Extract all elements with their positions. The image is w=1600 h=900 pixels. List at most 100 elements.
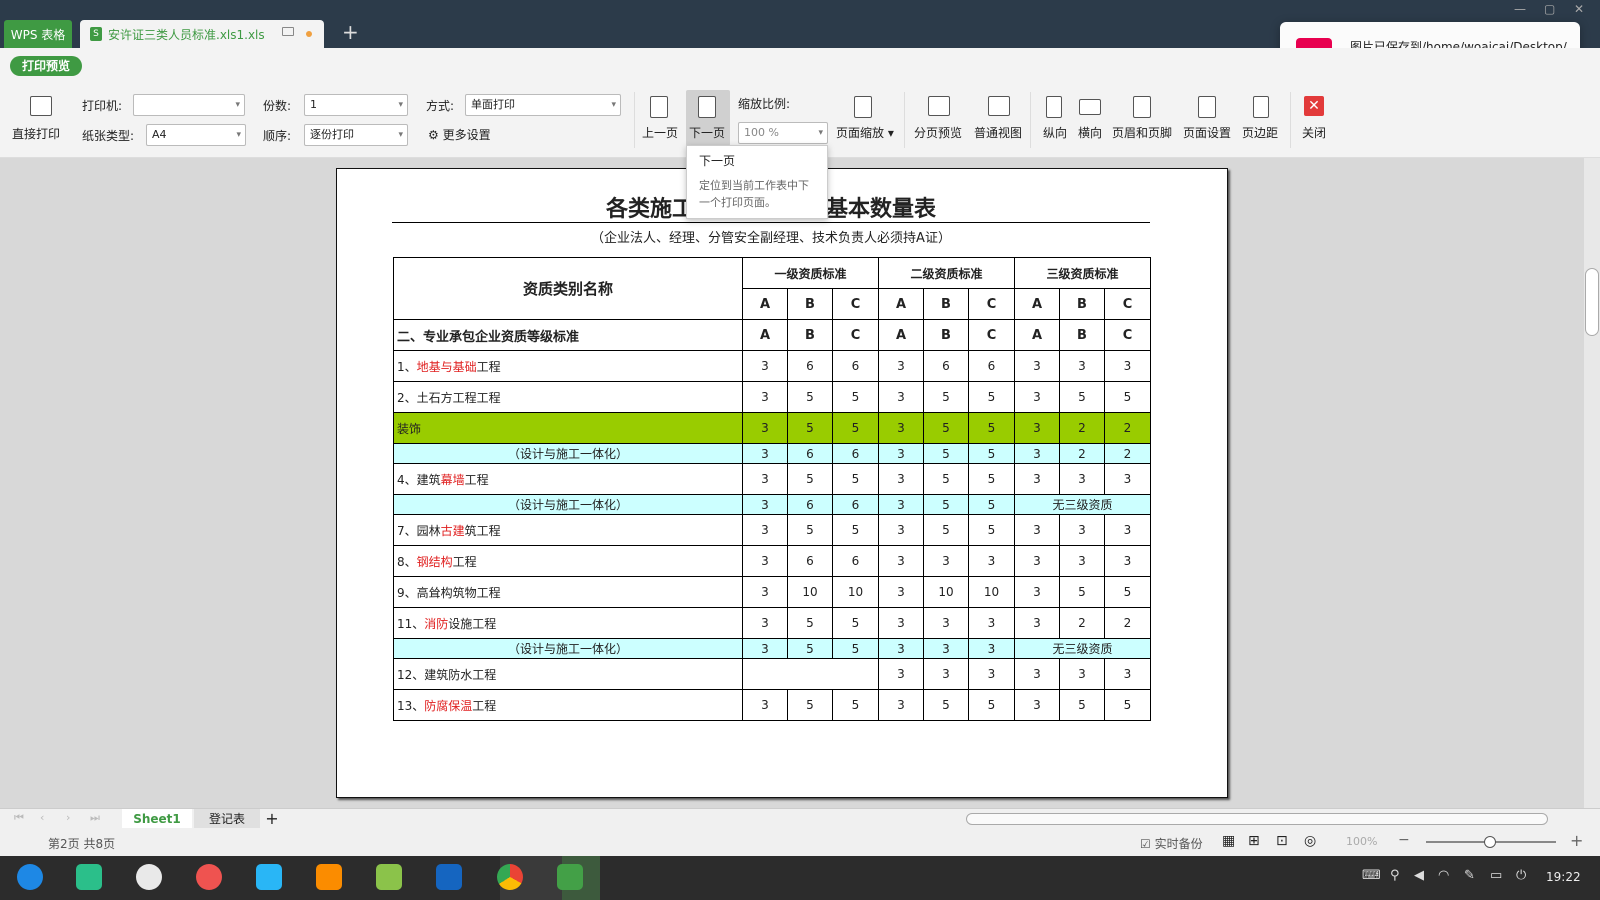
copies-input[interactable]: 1 bbox=[304, 94, 408, 116]
eye-protection-icon[interactable]: ◎ bbox=[1304, 833, 1316, 849]
sheet-nav-prev-icon[interactable]: ‹ bbox=[40, 811, 44, 824]
next-page-button[interactable]: 下一页 bbox=[689, 124, 725, 141]
order-select[interactable]: 逐份打印 bbox=[304, 124, 408, 146]
monitor-icon[interactable] bbox=[282, 27, 294, 36]
close-window-icon[interactable]: ✕ bbox=[1574, 2, 1584, 16]
margins-button[interactable]: 页边距 bbox=[1242, 124, 1278, 141]
sheet-nav-next-icon[interactable]: › bbox=[66, 811, 70, 824]
wifi-icon[interactable]: ◠ bbox=[1438, 868, 1449, 883]
page-layout-status-icon[interactable]: ⊡ bbox=[1276, 833, 1288, 849]
next-page-icon[interactable] bbox=[698, 96, 716, 118]
music-icon[interactable] bbox=[376, 864, 402, 890]
header-footer-icon[interactable] bbox=[1133, 96, 1151, 118]
sheet-tab-register[interactable]: 登记表 bbox=[194, 809, 260, 829]
landscape-button[interactable]: 横向 bbox=[1078, 124, 1102, 141]
keyboard-icon[interactable]: ⌨ bbox=[1362, 868, 1381, 883]
settings-app-icon[interactable] bbox=[136, 864, 162, 890]
value-cell: 5 bbox=[832, 638, 879, 659]
merged-cell: 无三级资质 bbox=[1014, 638, 1151, 659]
header-footer-button[interactable]: 页眉和页脚 bbox=[1112, 124, 1172, 141]
page-zoom-label: 页面缩放 bbox=[836, 126, 885, 140]
direct-print-button[interactable]: 直接打印 bbox=[12, 125, 60, 142]
portrait-button[interactable]: 纵向 bbox=[1043, 124, 1067, 141]
prev-page-icon[interactable] bbox=[650, 96, 668, 118]
table-row: 4、建筑幕墙工程 3 5 5 3 5 5 3 3 3 bbox=[393, 463, 1151, 495]
horizontal-scrollbar[interactable] bbox=[966, 813, 1548, 825]
portrait-icon[interactable] bbox=[1046, 96, 1062, 118]
close-icon[interactable]: ✕ bbox=[1304, 96, 1324, 116]
print-preview-tab[interactable]: 打印预览 bbox=[10, 56, 83, 76]
page-zoom-icon[interactable] bbox=[854, 96, 872, 118]
level1-header: 一级资质标准 bbox=[742, 257, 879, 289]
wps-spreadsheet-icon[interactable] bbox=[557, 864, 583, 890]
pen-icon[interactable]: ✎ bbox=[1464, 868, 1475, 883]
value-cell: 5 bbox=[787, 638, 833, 659]
add-sheet-button[interactable]: + bbox=[264, 809, 280, 829]
app-store-icon[interactable] bbox=[256, 864, 282, 890]
value-cell: 3 bbox=[742, 412, 788, 444]
tooltip-description: 定位到当前工作表中下一个打印页面。 bbox=[699, 179, 809, 209]
zoom-select[interactable]: 100 % bbox=[738, 122, 828, 144]
normal-view-button[interactable]: 普通视图 bbox=[974, 124, 1022, 141]
value-cell: 3 bbox=[878, 689, 924, 721]
zoom-in-icon[interactable]: + bbox=[1570, 831, 1583, 850]
margins-icon[interactable] bbox=[1253, 96, 1269, 118]
section-grade-cell: A bbox=[878, 319, 924, 351]
status-zoom-value[interactable]: 100% bbox=[1346, 835, 1377, 848]
file-manager-icon[interactable] bbox=[316, 864, 342, 890]
page-setup-button[interactable]: 页面设置 bbox=[1183, 124, 1231, 141]
launcher-icon[interactable] bbox=[17, 864, 43, 890]
vertical-scrollbar[interactable] bbox=[1584, 158, 1600, 808]
page-setup-icon[interactable] bbox=[1198, 96, 1216, 118]
value-cell: 3 bbox=[878, 545, 924, 577]
prev-page-button[interactable]: 上一页 bbox=[642, 124, 678, 141]
normal-view-icon[interactable] bbox=[988, 96, 1010, 116]
minimize-icon[interactable]: — bbox=[1514, 2, 1526, 16]
page-zoom-button[interactable]: 页面缩放 ▾ bbox=[836, 124, 894, 141]
power-icon[interactable]: ⏻ bbox=[1516, 868, 1526, 883]
table-row: （设计与施工一体化） 3 6 6 3 5 5 3 2 2 bbox=[393, 443, 1151, 464]
value-cell: 3 bbox=[1059, 514, 1105, 546]
normal-view-status-icon[interactable]: ▦ bbox=[1222, 833, 1235, 849]
battery-icon[interactable]: ▭ bbox=[1490, 868, 1502, 883]
close-preview-button[interactable]: 关闭 bbox=[1302, 124, 1326, 141]
vertical-scroll-thumb[interactable] bbox=[1585, 268, 1599, 336]
file-tab[interactable]: S 安许证三类人员标准.xls1.xls bbox=[80, 20, 324, 48]
value-cell: 5 bbox=[923, 689, 969, 721]
sheet-nav-first-icon[interactable]: ⏮ bbox=[14, 811, 24, 825]
table-row: 8、钢结构工程 3 6 6 3 3 3 3 3 3 bbox=[393, 545, 1151, 577]
zoom-slider-handle[interactable] bbox=[1484, 836, 1496, 848]
value-cell: 5 bbox=[787, 514, 833, 546]
video-icon[interactable] bbox=[436, 864, 462, 890]
page-break-status-icon[interactable]: ⊞ bbox=[1248, 833, 1260, 849]
page-break-preview-button[interactable]: 分页预览 bbox=[914, 124, 962, 141]
volume-icon[interactable]: ◀ bbox=[1414, 868, 1424, 883]
more-settings-button[interactable]: ⚙ 更多设置 bbox=[428, 126, 491, 143]
realtime-backup-button[interactable]: ☑ 实时备份 bbox=[1140, 835, 1203, 852]
screen-recorder-icon[interactable] bbox=[196, 864, 222, 890]
printer-icon[interactable] bbox=[30, 96, 52, 116]
row-name-text: 装饰 bbox=[397, 421, 422, 436]
row-name-highlight: 消防 bbox=[424, 616, 449, 631]
value-cell: 3 bbox=[878, 443, 924, 464]
app-tab[interactable]: WPS 表格 bbox=[4, 20, 72, 48]
landscape-icon[interactable] bbox=[1079, 99, 1101, 115]
maximize-icon[interactable]: ▢ bbox=[1544, 2, 1555, 16]
value-cell: 3 bbox=[1014, 350, 1060, 382]
printer-select[interactable] bbox=[133, 94, 245, 116]
new-tab-button[interactable]: + bbox=[342, 20, 359, 44]
print-page: 各类施工企业三类人员基本数量表 （企业法人、经理、分管安全副经理、技术负责人必须… bbox=[336, 168, 1228, 798]
clock[interactable]: 19:22 bbox=[1546, 870, 1581, 884]
terminal-icon[interactable] bbox=[76, 864, 102, 890]
sheet-nav-last-icon[interactable]: ⏭ bbox=[90, 811, 100, 825]
paper-select[interactable]: A4 bbox=[146, 124, 246, 146]
chrome-icon[interactable] bbox=[497, 864, 523, 890]
file-tab-label: 安许证三类人员标准.xls1.xls bbox=[108, 27, 265, 42]
method-select[interactable]: 单面打印 bbox=[465, 94, 621, 116]
usb-icon[interactable]: ⚲ bbox=[1390, 868, 1400, 883]
sheet-tab-sheet1[interactable]: Sheet1 bbox=[122, 809, 192, 829]
zoom-out-icon[interactable]: − bbox=[1398, 832, 1410, 848]
grade-header-cell: B bbox=[1059, 288, 1105, 320]
table-row: 12、建筑防水工程 3 3 3 3 3 3 bbox=[393, 658, 1151, 690]
page-break-preview-icon[interactable] bbox=[928, 96, 950, 116]
